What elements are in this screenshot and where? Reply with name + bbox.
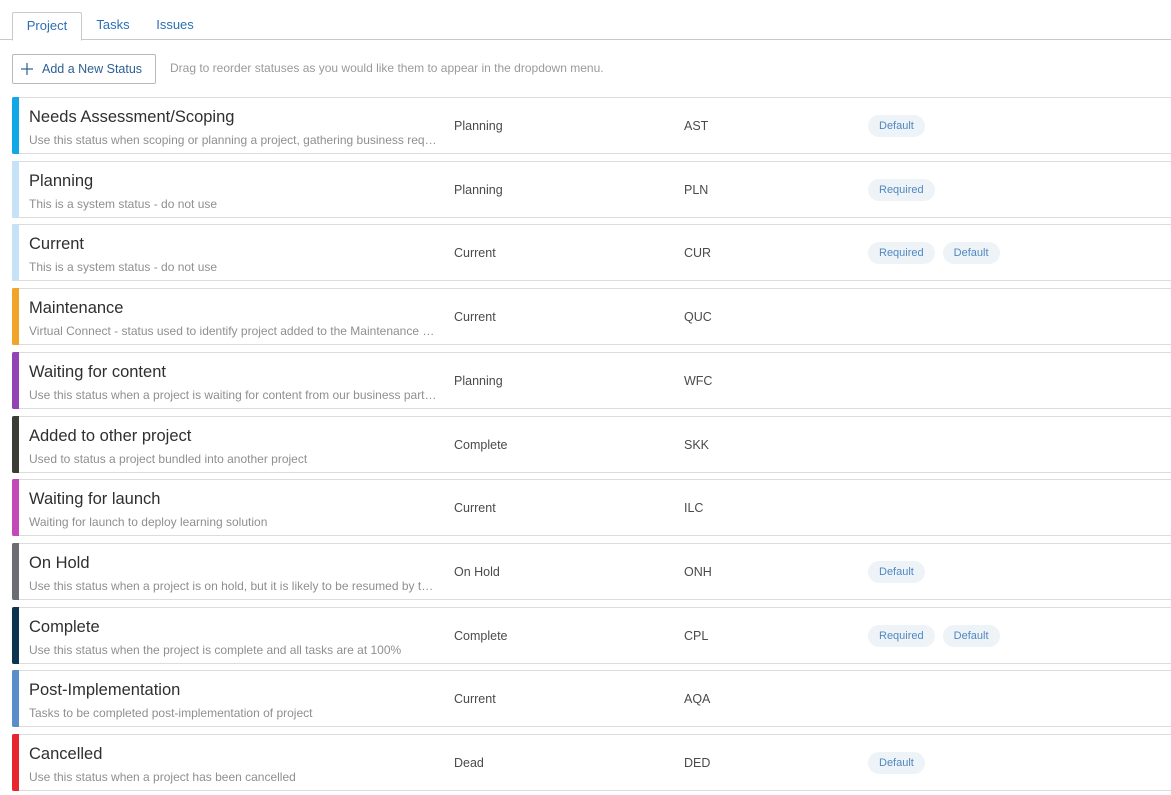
status-group: Planning — [454, 183, 503, 197]
status-badges: Default — [868, 561, 933, 583]
status-code: CUR — [684, 246, 712, 260]
tab-issues[interactable]: Issues — [148, 12, 202, 40]
status-badges: Required — [868, 179, 943, 201]
status-row[interactable]: On Hold Use this status when a project is… — [12, 543, 1171, 600]
status-code: PLN — [684, 183, 709, 197]
default-badge: Default — [868, 115, 925, 137]
status-group: Current — [454, 246, 496, 260]
default-badge: Default — [868, 561, 925, 583]
status-name: Waiting for content — [29, 363, 166, 381]
status-description: Use this status when the project is comp… — [29, 643, 402, 657]
required-badge: Required — [868, 242, 935, 264]
status-color-bar[interactable] — [12, 352, 19, 409]
tab-tasks[interactable]: Tasks — [88, 12, 138, 40]
status-name: Current — [29, 235, 85, 253]
status-row[interactable]: Needs Assessment/Scoping Use this status … — [12, 97, 1171, 154]
plus-icon — [21, 63, 33, 75]
default-badge: Default — [868, 752, 925, 774]
status-row[interactable]: Planning This is a system status - do not… — [12, 161, 1171, 218]
status-description: Waiting for launch to deploy learning so… — [29, 515, 268, 529]
status-name: Added to other project — [29, 427, 192, 445]
status-color-bar[interactable] — [12, 97, 19, 154]
status-code: AST — [684, 119, 709, 133]
status-group: Current — [454, 692, 496, 706]
status-row[interactable]: Waiting for launch Waiting for launch to … — [12, 479, 1171, 536]
status-row[interactable]: Complete Use this status when the project… — [12, 607, 1171, 664]
status-color-bar[interactable] — [12, 479, 19, 536]
status-code: ILC — [684, 501, 704, 515]
default-badge: Default — [942, 625, 1000, 647]
status-description: Tasks to be completed post-implementatio… — [29, 706, 313, 720]
status-code: CPL — [684, 629, 709, 643]
status-row[interactable]: Maintenance Virtual Connect - status used… — [12, 288, 1171, 345]
status-badges: Default — [868, 752, 933, 774]
status-code: QUC — [684, 310, 712, 324]
status-description: This is a system status - do not use — [29, 260, 218, 274]
status-name: Planning — [29, 172, 94, 190]
status-name: Cancelled — [29, 745, 103, 763]
status-code: SKK — [684, 438, 710, 452]
status-name: Complete — [29, 618, 100, 636]
status-description: Use this status when scoping or planning… — [29, 133, 437, 147]
status-code: DED — [684, 756, 711, 770]
status-description: Virtual Connect - status used to identif… — [29, 324, 437, 338]
status-badges: Default — [868, 115, 933, 137]
add-new-status-button[interactable]: Add a New Status — [12, 54, 156, 84]
status-group: Dead — [454, 756, 484, 770]
status-name: Post-Implementation — [29, 681, 181, 699]
status-name: On Hold — [29, 554, 90, 572]
status-color-bar[interactable] — [12, 224, 19, 281]
default-badge: Default — [942, 242, 1000, 264]
reorder-hint: Drag to reorder statuses as you would li… — [170, 61, 604, 75]
status-group: Current — [454, 501, 496, 515]
status-description: Use this status when a project has been … — [29, 770, 296, 784]
status-group: On Hold — [454, 565, 500, 579]
add-new-status-label: Add a New Status — [42, 62, 143, 76]
status-row[interactable]: Waiting for content Use this status when … — [12, 352, 1171, 409]
status-description: Use this status when a project is on hol… — [29, 579, 437, 593]
status-group: Planning — [454, 119, 503, 133]
status-color-bar[interactable] — [12, 416, 19, 473]
status-code: AQA — [684, 692, 711, 706]
required-badge: Required — [868, 625, 935, 647]
status-color-bar[interactable] — [12, 288, 19, 345]
status-description: Use this status when a project is waitin… — [29, 388, 437, 402]
status-code: ONH — [684, 565, 712, 579]
status-group: Complete — [454, 438, 508, 452]
status-group: Current — [454, 310, 496, 324]
status-name: Maintenance — [29, 299, 124, 317]
status-code: WFC — [684, 374, 713, 388]
status-color-bar[interactable] — [12, 543, 19, 600]
status-group: Planning — [454, 374, 503, 388]
status-tabs: Project Tasks Issues — [0, 0, 1171, 41]
status-badges: Required Default — [868, 625, 1008, 647]
status-color-bar[interactable] — [12, 670, 19, 727]
status-row[interactable]: Current This is a system status - do not … — [12, 224, 1171, 281]
status-description: Used to status a project bundled into an… — [29, 452, 308, 466]
status-row[interactable]: Cancelled Use this status when a project … — [12, 734, 1171, 791]
status-group: Complete — [454, 629, 508, 643]
status-row[interactable]: Post-Implementation Tasks to be completed… — [12, 670, 1171, 727]
status-name: Needs Assessment/Scoping — [29, 108, 235, 126]
status-name: Waiting for launch — [29, 490, 161, 508]
status-color-bar[interactable] — [12, 161, 19, 218]
status-row[interactable]: Added to other project Used to status a p… — [12, 416, 1171, 473]
status-description: This is a system status - do not use — [29, 197, 218, 211]
status-color-bar[interactable] — [12, 734, 19, 791]
required-badge: Required — [868, 179, 935, 201]
status-badges: Required Default — [868, 242, 1008, 264]
status-color-bar[interactable] — [12, 607, 19, 664]
tab-project[interactable]: Project — [12, 12, 82, 41]
